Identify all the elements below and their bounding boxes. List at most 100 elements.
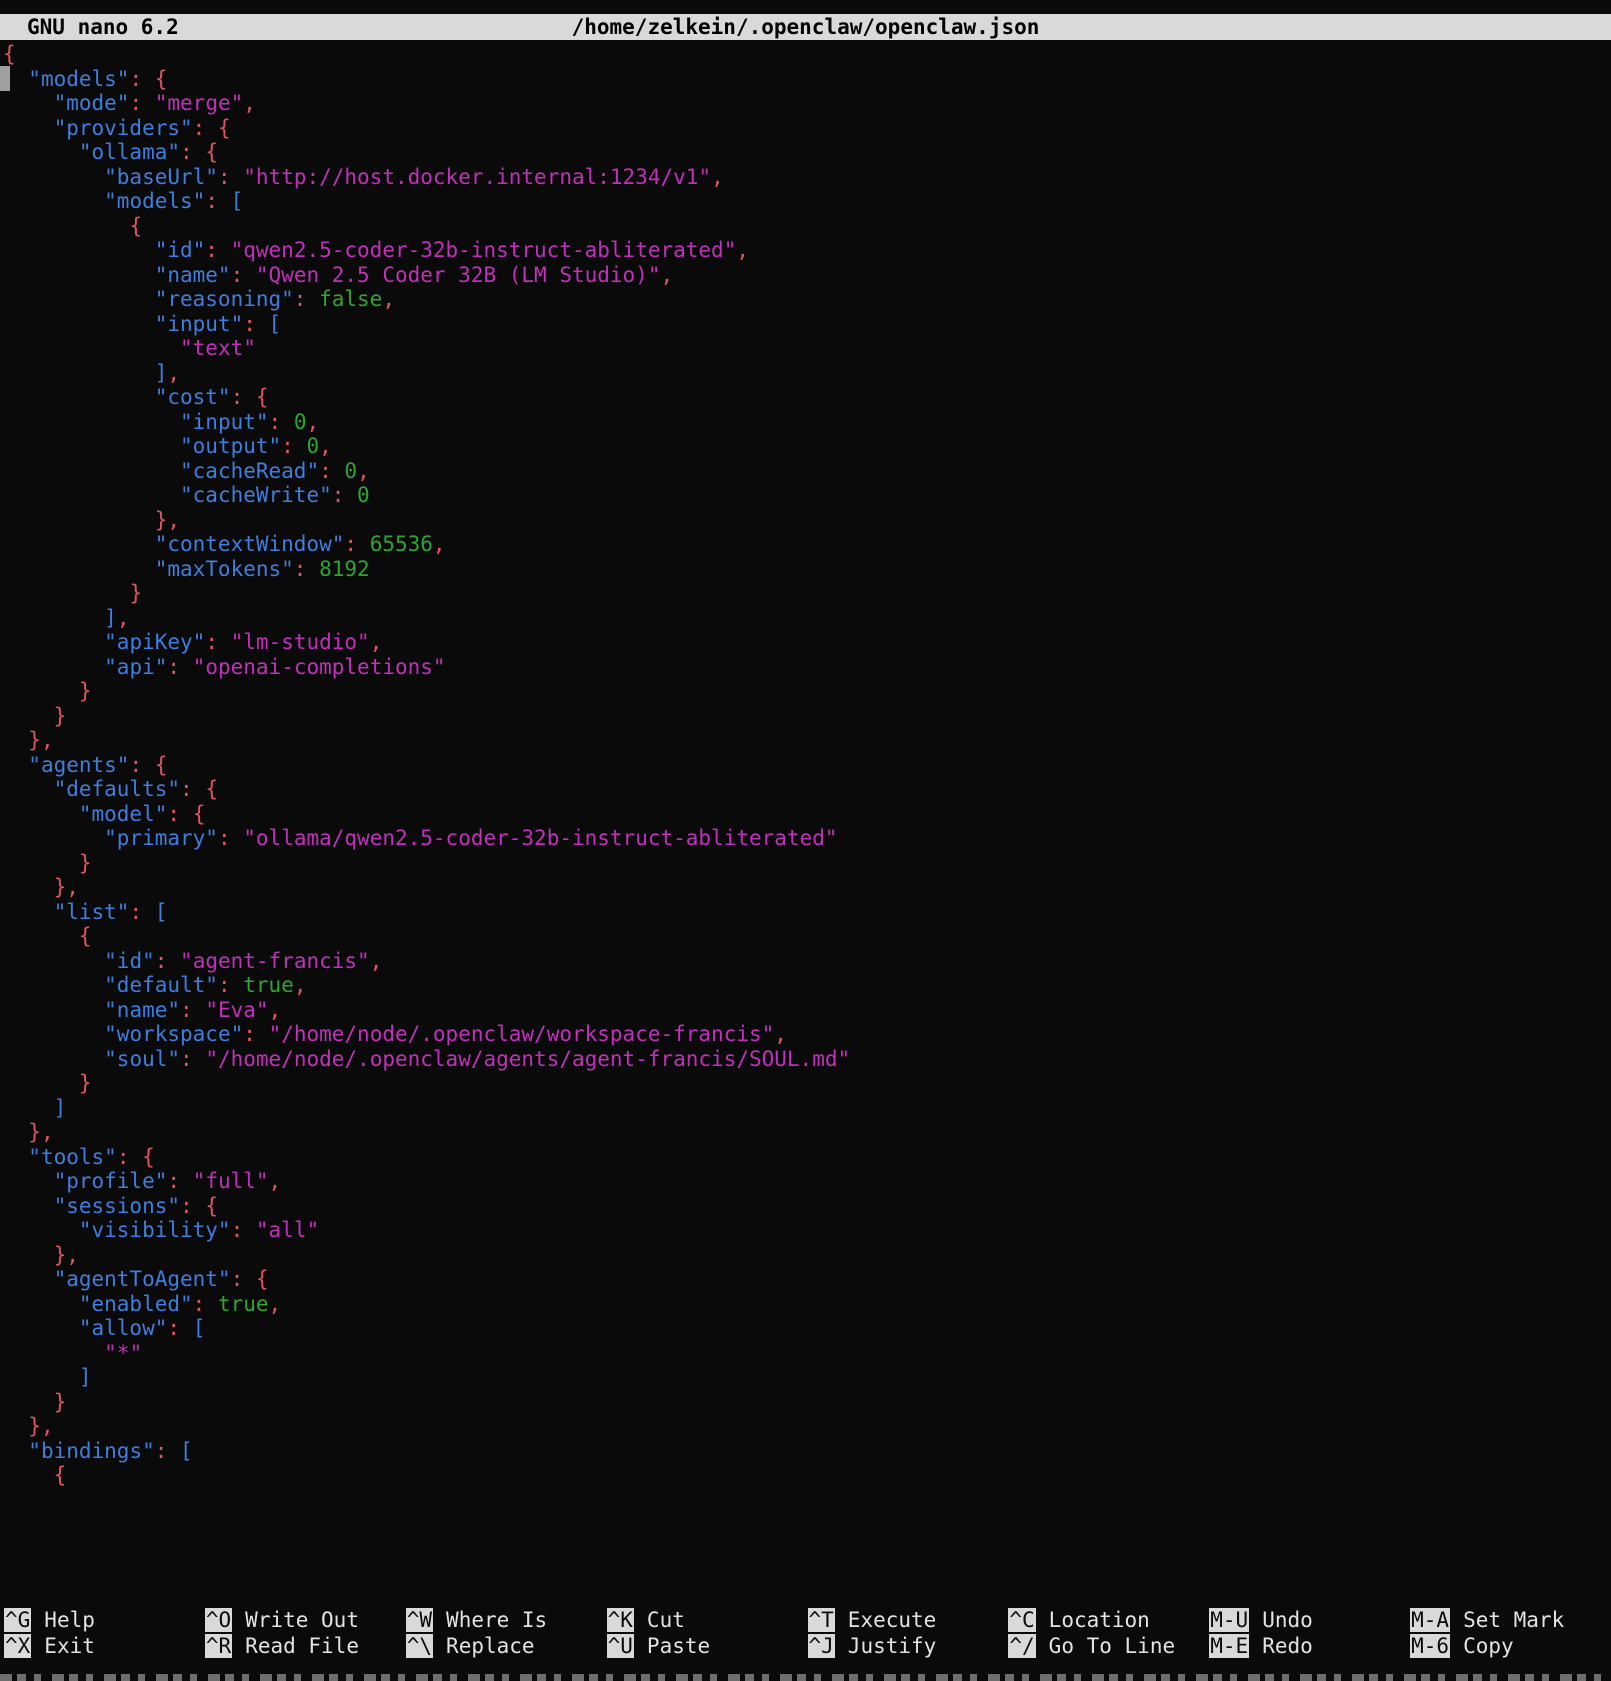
code-line: "name": "Eva", [3,998,1611,1023]
shortcut-label: Location [1049,1608,1150,1632]
shortcut-key: ^R [205,1634,232,1658]
code-line: }, [3,1120,1611,1145]
code-line: "agents": { [3,753,1611,778]
shortcut-write-out: ^O Write Out [205,1607,406,1633]
code-line: }, [3,1243,1611,1268]
terminal-screen[interactable]: GNU nano 6.2 /home/zelkein/.openclaw/ope… [0,0,1611,1681]
code-line: ] [3,1365,1611,1390]
shortcut-label: Replace [446,1634,535,1658]
code-line: "default": true, [3,973,1611,998]
shortcut-label: Redo [1262,1634,1313,1658]
clipped-bottom-line [0,1674,1611,1681]
shortcut-label: Undo [1262,1608,1313,1632]
text-cursor [0,66,10,91]
code-line: "maxTokens": 8192 [3,557,1611,582]
code-line: { [3,924,1611,949]
shortcut-key: ^G [4,1608,31,1632]
shortcut-key: ^J [808,1634,835,1658]
code-line: "output": 0, [3,434,1611,459]
shortcut-replace: ^\ Replace [406,1633,607,1659]
code-line: ], [3,361,1611,386]
code-line: "api": "openai-completions" [3,655,1611,680]
code-line: "primary": "ollama/qwen2.5-coder-32b-ins… [3,826,1611,851]
code-line: ], [3,606,1611,631]
code-line: "soul": "/home/node/.openclaw/agents/age… [3,1047,1611,1072]
shortcut-exit: ^XExit [4,1633,205,1659]
shortcut-execute: ^TExecute [808,1607,1009,1633]
editor-content[interactable]: { "models": { "mode": "merge", "provider… [3,42,1611,1488]
code-line: }, [3,1414,1611,1439]
code-line: "visibility": "all" [3,1218,1611,1243]
code-line: "sessions": { [3,1194,1611,1219]
shortcut-help: ^G Help [4,1607,205,1633]
code-line: "model": { [3,802,1611,827]
code-line: "cost": { [3,385,1611,410]
shortcut-key: ^/ [1008,1634,1035,1658]
code-line: "*" [3,1341,1611,1366]
title-bar: GNU nano 6.2 /home/zelkein/.openclaw/ope… [0,14,1611,40]
shortcut-key: M-E [1209,1634,1249,1658]
code-line: "mode": "merge", [3,91,1611,116]
shortcut-key: ^X [4,1634,31,1658]
code-line: "workspace": "/home/node/.openclaw/works… [3,1022,1611,1047]
shortcut-key: ^\ [406,1634,433,1658]
code-line: "id": "agent-francis", [3,949,1611,974]
code-line: } [3,679,1611,704]
shortcut-cut: ^K Cut [607,1607,808,1633]
shortcut-label: Justify [848,1634,937,1658]
code-line: "contextWindow": 65536, [3,532,1611,557]
code-line: "cacheRead": 0, [3,459,1611,484]
code-line: "baseUrl": "http://host.docker.internal:… [3,165,1611,190]
shortcut-go-to-line: ^/ Go To Line [1008,1633,1209,1659]
shortcut-location: ^CLocation [1008,1607,1209,1633]
code-line: "allow": [ [3,1316,1611,1341]
shortcut-key: M-U [1209,1608,1249,1632]
shortcut-label: Paste [647,1634,710,1658]
shortcut-copy: M-6Copy [1410,1633,1611,1659]
shortcut-label: Execute [848,1608,937,1632]
code-line: "ollama": { [3,140,1611,165]
shortcut-key: ^K [607,1608,634,1632]
code-line: }, [3,875,1611,900]
code-line: "name": "Qwen 2.5 Coder 32B (LM Studio)"… [3,263,1611,288]
code-line: } [3,581,1611,606]
code-line: "cacheWrite": 0 [3,483,1611,508]
shortcut-key: M-6 [1410,1634,1450,1658]
shortcut-label: Write Out [245,1608,359,1632]
code-line: }, [3,508,1611,533]
shortcut-label: Go To Line [1049,1634,1175,1658]
code-line: } [3,1390,1611,1415]
code-line: } [3,704,1611,729]
code-line: } [3,1071,1611,1096]
shortcut-where-is: ^W Where Is [406,1607,607,1633]
code-line: "defaults": { [3,777,1611,802]
shortcut-key: ^W [406,1608,433,1632]
shortcut-key: M-A [1410,1608,1450,1632]
code-line: } [3,851,1611,876]
code-line: "enabled": true, [3,1292,1611,1317]
code-line: "tools": { [3,1145,1611,1170]
code-line: "agentToAgent": { [3,1267,1611,1292]
code-line: "profile": "full", [3,1169,1611,1194]
code-line: "models": { [3,67,1611,92]
code-line: }, [3,728,1611,753]
code-line: "id": "qwen2.5-coder-32b-instruct-ablite… [3,238,1611,263]
shortcut-paste: ^U Paste [607,1633,808,1659]
shortcut-label: Set Mark [1463,1608,1564,1632]
code-line: { [3,42,1611,67]
code-line: "list": [ [3,900,1611,925]
code-line: "input": 0, [3,410,1611,435]
shortcut-label: Where Is [446,1608,547,1632]
shortcut-label: Cut [647,1608,685,1632]
shortcut-read-file: ^RRead File [205,1633,406,1659]
shortcut-justify: ^J Justify [808,1633,1009,1659]
shortcut-key: ^U [607,1634,634,1658]
code-line: ] [3,1096,1611,1121]
code-line: "text" [3,336,1611,361]
shortcut-bar: ^G Help ^O Write Out ^W Where Is ^K Cut ^TExecut… [4,1607,1611,1660]
shortcut-set-mark: M-A Set Mark [1410,1607,1611,1633]
shortcut-key: ^O [205,1608,232,1632]
code-line: { [3,214,1611,239]
shortcut-label: Help [44,1608,95,1632]
file-path: /home/zelkein/.openclaw/openclaw.json [0,14,1611,40]
